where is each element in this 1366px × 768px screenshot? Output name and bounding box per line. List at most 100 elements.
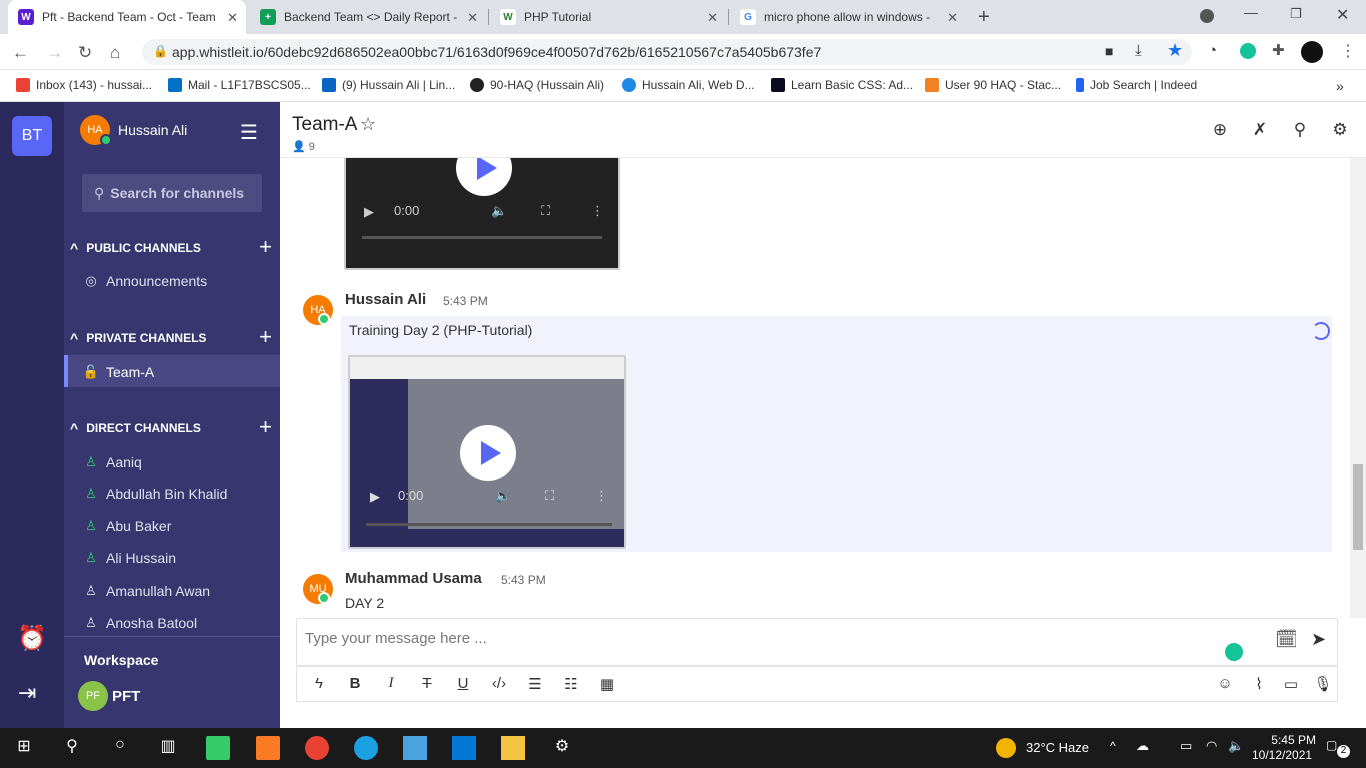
- sidebar-item-ali-hussain[interactable]: ♙ Ali Hussain: [82, 550, 176, 566]
- weather-text[interactable]: 32°C Haze: [1026, 740, 1089, 755]
- sidebar-item-abu-baker[interactable]: ♙ Abu Baker: [82, 518, 171, 534]
- back-icon[interactable]: ←: [12, 43, 29, 63]
- notification-icon[interactable]: ▢: [1326, 738, 1337, 752]
- bold-icon[interactable]: B: [345, 675, 365, 692]
- play-icon[interactable]: [456, 158, 512, 196]
- more-icon[interactable]: ⋮: [591, 203, 604, 219]
- bookmark-star-icon[interactable]: ★: [1167, 40, 1183, 61]
- private-channels-header[interactable]: ^ PRIVATE CHANNELS: [70, 330, 206, 346]
- message-author[interactable]: Hussain Ali: [345, 291, 426, 308]
- sidebar-item-abdullah[interactable]: ♙ Abdullah Bin Khalid: [82, 486, 227, 502]
- bookmark-fcc[interactable]: Learn Basic CSS: Ad...: [771, 78, 913, 92]
- close-icon[interactable]: ✕: [227, 10, 238, 26]
- fullscreen-icon[interactable]: ⛶: [541, 203, 550, 219]
- menu-icon[interactable]: ⋮: [1340, 41, 1356, 61]
- tab-search-icon[interactable]: [1200, 9, 1214, 23]
- volume-icon[interactable]: 🔈: [491, 203, 507, 219]
- add-public-channel-button[interactable]: +: [259, 234, 272, 260]
- member-count[interactable]: 👤 9: [292, 140, 315, 153]
- volume-icon[interactable]: 🔈: [495, 488, 511, 504]
- workspace-badge[interactable]: BT: [12, 116, 52, 156]
- reload-icon[interactable]: ↻: [78, 43, 92, 63]
- file-explorer-icon[interactable]: [501, 736, 525, 760]
- lightning-icon[interactable]: ϟ: [309, 675, 329, 692]
- bookmark-inbox[interactable]: Inbox (143) - hussai...: [16, 78, 152, 92]
- video-progress-bar[interactable]: [362, 236, 602, 239]
- bookmark-github[interactable]: 90-HAQ (Hussain Ali): [470, 78, 604, 92]
- bookmark-stackoverflow[interactable]: User 90 HAQ - Stac...: [925, 78, 1061, 92]
- bookmark-indeed[interactable]: Job Search | Indeed: [1076, 78, 1197, 92]
- close-window-icon[interactable]: ✕: [1336, 5, 1349, 25]
- new-tab-icon[interactable]: +: [978, 6, 990, 29]
- home-icon[interactable]: ⌂: [110, 43, 120, 63]
- tab-google-search[interactable]: G micro phone allow in windows - ✕: [730, 0, 966, 34]
- tab-daily-report[interactable]: + Backend Team <> Daily Report - ✕: [250, 0, 486, 34]
- logout-icon[interactable]: ⇥: [18, 680, 36, 706]
- italic-icon[interactable]: I: [381, 675, 401, 692]
- play-small-icon[interactable]: ▶: [364, 204, 374, 220]
- bookmark-portfolio[interactable]: Hussain Ali, Web D...: [622, 78, 755, 92]
- channel-search-input[interactable]: ⚲ Search for channels: [82, 174, 262, 212]
- sidebar-item-team-a[interactable]: 🔓 Team-A: [82, 364, 154, 380]
- minimize-icon[interactable]: —: [1244, 4, 1258, 20]
- add-member-icon[interactable]: ⊕: [1208, 120, 1232, 144]
- search-icon[interactable]: ⚲: [1288, 120, 1312, 144]
- bookmark-linkedin[interactable]: (9) Hussain Ali | Lin...: [322, 78, 455, 92]
- chrome-icon[interactable]: [305, 736, 329, 760]
- attachment-icon[interactable]: ⌇: [1249, 675, 1269, 693]
- video-player[interactable]: ▶ 0:00 🔈 ⛶ ⋮: [348, 355, 626, 549]
- alarm-clock-icon[interactable]: ⏰: [17, 624, 47, 653]
- strikethrough-icon[interactable]: T: [417, 675, 437, 692]
- onedrive-icon[interactable]: ☁: [1136, 738, 1149, 754]
- message-scrollbar[interactable]: [1350, 158, 1366, 618]
- windows-start-icon[interactable]: ⊞: [12, 736, 36, 760]
- star-icon[interactable]: ☆: [360, 114, 376, 135]
- workspace-name[interactable]: PFT: [112, 688, 140, 705]
- clock-date[interactable]: 10/12/2021: [1252, 748, 1312, 762]
- play-icon[interactable]: [460, 425, 516, 481]
- send-icon[interactable]: ➤: [1311, 629, 1326, 650]
- url-field[interactable]: 🔒 app.whistleit.io/60debc92d686502ea00bb…: [142, 39, 1192, 65]
- add-private-channel-button[interactable]: +: [259, 324, 272, 350]
- tab-php-tutorial[interactable]: W PHP Tutorial ✕: [490, 0, 726, 34]
- microphone-icon[interactable]: 🎙: [1313, 675, 1333, 693]
- settings-icon[interactable]: ⚙: [1328, 120, 1352, 144]
- grammarly-icon[interactable]: [1240, 43, 1256, 59]
- bullet-list-icon[interactable]: ☰: [525, 675, 545, 693]
- fullscreen-icon[interactable]: ⛶: [545, 488, 554, 504]
- calculator-icon[interactable]: [206, 736, 230, 760]
- sidebar-item-announcements[interactable]: ◎ Announcements: [82, 273, 207, 289]
- hamburger-menu-icon[interactable]: ☰: [240, 120, 258, 145]
- underline-icon[interactable]: U: [453, 675, 473, 692]
- close-icon[interactable]: ✕: [467, 10, 478, 26]
- video-player[interactable]: ▶ 0:00 🔈 ⛶ ⋮: [344, 158, 620, 270]
- message-input[interactable]: Type your message here ... 🗓 ➤: [296, 618, 1338, 666]
- edge-icon[interactable]: [354, 736, 378, 760]
- cortana-icon[interactable]: ○: [108, 736, 132, 760]
- profile-avatar[interactable]: [1301, 41, 1323, 63]
- camera-icon[interactable]: ■: [1105, 43, 1113, 59]
- grammarly-icon[interactable]: [1223, 641, 1245, 663]
- close-icon[interactable]: ✕: [947, 10, 958, 26]
- sidebar-item-aaniq[interactable]: ♙ Aaniq: [82, 454, 142, 470]
- wifi-icon[interactable]: ◠: [1206, 738, 1217, 754]
- emoji-icon[interactable]: ☺: [1215, 675, 1235, 692]
- video-progress-bar[interactable]: [366, 523, 612, 526]
- public-channels-header[interactable]: ^ PUBLIC CHANNELS: [70, 240, 201, 256]
- tray-arrow-icon[interactable]: ^: [1110, 739, 1116, 753]
- add-direct-channel-button[interactable]: +: [259, 414, 272, 440]
- code-icon[interactable]: ‹/›: [489, 675, 509, 692]
- workspace-avatar[interactable]: PF: [78, 681, 108, 711]
- message-author[interactable]: Muhammad Usama: [345, 570, 482, 587]
- play-small-icon[interactable]: ▶: [370, 489, 380, 505]
- scrollbar-thumb[interactable]: [1353, 464, 1363, 550]
- video-call-icon[interactable]: ▭: [1281, 675, 1301, 693]
- store-icon[interactable]: [403, 736, 427, 760]
- close-icon[interactable]: ✕: [707, 10, 718, 26]
- more-bookmarks-icon[interactable]: »: [1336, 78, 1344, 94]
- puzzle-icon[interactable]: ✚: [1272, 41, 1285, 59]
- more-icon[interactable]: ⋮: [595, 488, 608, 504]
- numbered-list-icon[interactable]: ☷: [561, 675, 581, 693]
- task-view-icon[interactable]: ▥: [156, 736, 180, 760]
- install-icon[interactable]: ⤓: [1135, 42, 1142, 59]
